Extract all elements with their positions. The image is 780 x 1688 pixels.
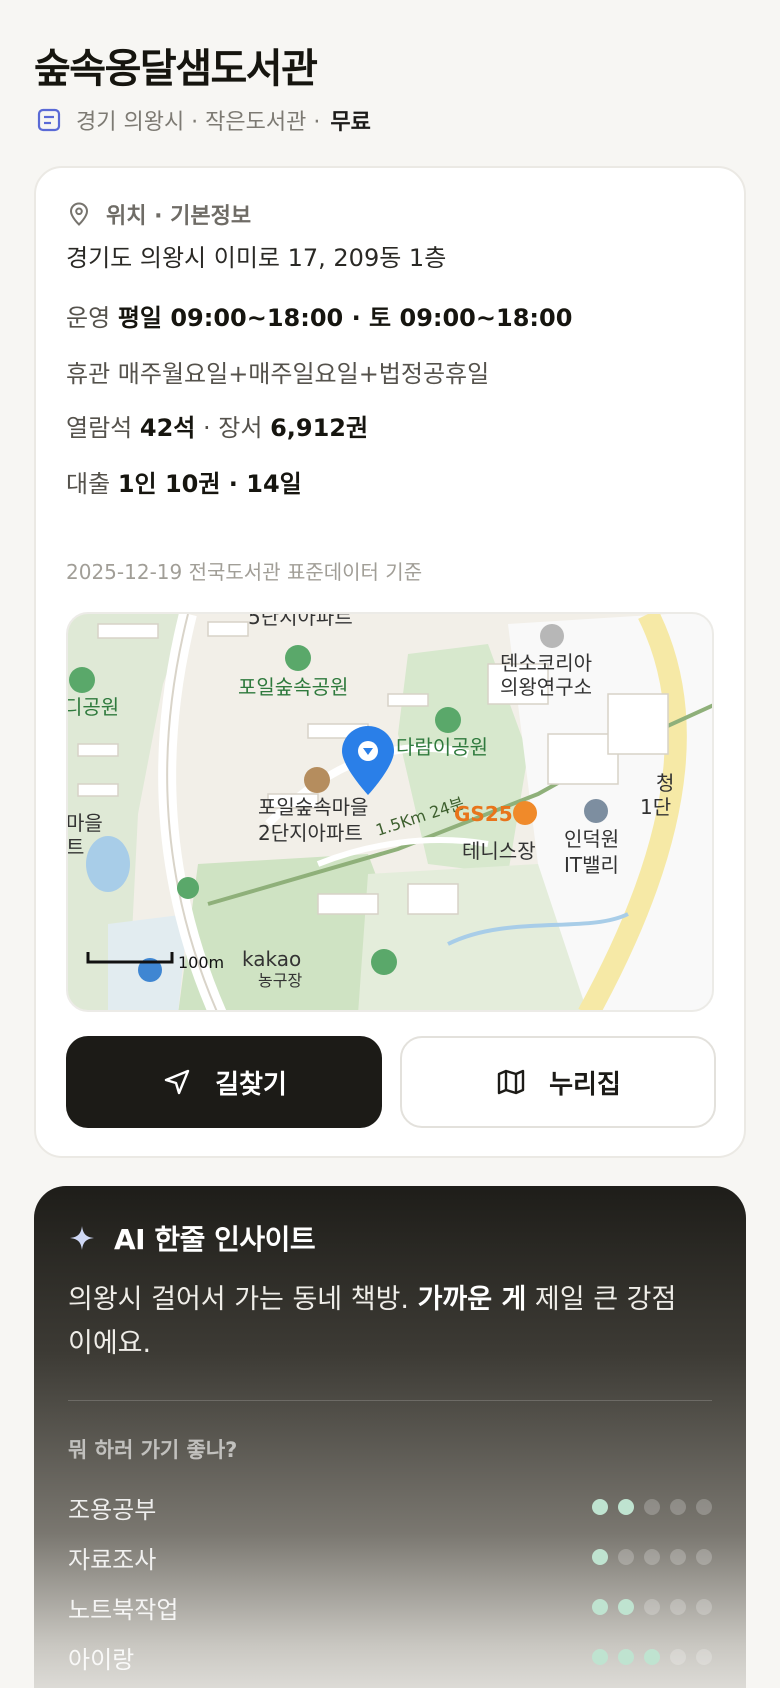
info-section-title: 위치 · 기본정보 [106, 204, 252, 229]
activity-list: 조용공부자료조사노트북작업아이랑 [68, 1482, 712, 1682]
map-label-indeok1: 인덕원 [564, 827, 619, 851]
hours-row: 운영 평일 09:00~18:00 · 토 09:00~18:00 [66, 298, 572, 333]
rating-dots [592, 1649, 712, 1665]
divider [68, 1400, 712, 1401]
info-section-header: 위치 · 기본정보 [66, 198, 251, 230]
list-item: 노트북작업 [68, 1582, 712, 1632]
rating-dot [644, 1599, 660, 1615]
map-label-right1: 청 [656, 771, 674, 795]
map-label-tennis: 테니스장 [462, 839, 536, 863]
ai-insight-title: AI 한줄 인사이트 [114, 1223, 316, 1256]
rating-dot [670, 1549, 686, 1565]
ai-text-highlight: 가까운 게 [417, 1284, 527, 1315]
map-label-park2: 다람이공원 [396, 735, 488, 759]
rating-dot [644, 1549, 660, 1565]
map-label-left1: 마을 [68, 811, 103, 835]
list-item: 아이랑 [68, 1632, 712, 1682]
map-label-lab: 덴소코리아 [500, 651, 592, 675]
map-label-apt5: 5단지아파트 [248, 614, 353, 629]
rating-dots [592, 1549, 712, 1565]
activity-name: 자료조사 [68, 1545, 157, 1574]
activity-name: 노트북작업 [68, 1595, 179, 1624]
list-item: 자료조사 [68, 1532, 712, 1582]
map-label-park-left: 디공원 [68, 695, 119, 719]
page: 숲속옹달샘도서관 경기 의왕시 · 작은도서관 · 무료 위치 · 기본정보 경… [0, 0, 780, 1688]
rating-dot [618, 1499, 634, 1515]
sparkle-icon [70, 1226, 94, 1250]
hours-label: 운영 [66, 304, 111, 332]
map-icon [497, 1069, 525, 1095]
rating-dots [592, 1599, 712, 1615]
map-canvas[interactable]: 5단지아파트 포일숲속공원 덴소코리아 의왕연구소 디공원 다람이공원 포일숲속… [68, 614, 714, 1012]
location-map[interactable]: 5단지아파트 포일숲속공원 덴소코리아 의왕연구소 디공원 다람이공원 포일숲속… [66, 612, 714, 1012]
rating-dot [696, 1549, 712, 1565]
books-value: 6,912권 [270, 414, 369, 442]
map-brand: kakao [242, 947, 301, 971]
library-region-type: 경기 의왕시 · 작은도서관 · [76, 110, 321, 135]
books-label: · 장서 [203, 414, 263, 442]
rating-dot [670, 1499, 686, 1515]
homepage-button[interactable]: 누리집 [400, 1036, 716, 1128]
library-meta: 경기 의왕시 · 작은도서관 · 무료 [36, 104, 371, 136]
seats-value: 42석 [139, 414, 196, 442]
map-label-indeok2: IT밸리 [564, 853, 619, 877]
info-card: 위치 · 기본정보 경기도 의왕시 이미로 17, 209동 1층 운영 평일 … [34, 166, 746, 1158]
map-label-gs25: GS25 [454, 802, 513, 826]
rating-dot [592, 1649, 608, 1665]
seats-label: 열람석 [66, 414, 133, 442]
location-pin-icon [69, 202, 89, 226]
navigation-arrow-icon [164, 1069, 190, 1095]
map-label-village1: 포일숲속마을 [258, 795, 368, 819]
homepage-label: 누리집 [549, 1069, 621, 1100]
page-title: 숲속옹달샘도서관 [34, 46, 318, 92]
rating-dot [696, 1599, 712, 1615]
rating-dot [618, 1599, 634, 1615]
directions-label: 길찾기 [215, 1069, 287, 1100]
activity-name: 아이랑 [68, 1645, 135, 1674]
closed-days: 휴관 매주월요일+매주일요일+법정공휴일 [66, 360, 490, 388]
rating-dot [592, 1549, 608, 1565]
rating-dot [670, 1649, 686, 1665]
map-label-village2: 2단지아파트 [258, 821, 363, 845]
map-label-left2: 트 [68, 835, 84, 859]
rating-dot [618, 1649, 634, 1665]
ai-question: 뭐 하러 가기 좋나? [68, 1438, 238, 1462]
map-scale-label: 100m [178, 953, 224, 972]
rating-dot [644, 1649, 660, 1665]
map-label-lab2: 의왕연구소 [500, 675, 592, 699]
rating-dots [592, 1499, 712, 1515]
hours-value: 평일 09:00~18:00 · 토 09:00~18:00 [117, 304, 573, 332]
map-label-bottom1: 농구장 [258, 971, 302, 990]
ai-insight-header: AI 한줄 인사이트 [68, 1218, 316, 1258]
ai-text-pre: 의왕시 걸어서 가는 동네 책방. [68, 1284, 418, 1315]
address-text: 경기도 의왕시 이미로 17, 209동 1층 [66, 244, 447, 272]
directions-button[interactable]: 길찾기 [66, 1036, 382, 1128]
activity-name: 조용공부 [68, 1495, 157, 1524]
rating-dot [644, 1499, 660, 1515]
loan-label: 대출 [66, 470, 111, 498]
ai-insight-text: 의왕시 걸어서 가는 동네 책방. 가까운 게 제일 큰 강점이에요. [68, 1278, 688, 1366]
data-source-note: 2025-12-19 전국도서관 표준데이터 기준 [66, 560, 423, 584]
map-label-right2: 1단 [640, 795, 671, 819]
ai-insight-card: AI 한줄 인사이트 의왕시 걸어서 가는 동네 책방. 가까운 게 제일 큰 … [34, 1186, 746, 1688]
rating-dot [592, 1499, 608, 1515]
capacity-row: 열람석 42석 · 장서 6,912권 [66, 408, 368, 443]
rating-dot [696, 1499, 712, 1515]
rating-dot [696, 1649, 712, 1665]
loan-row: 대출 1인 10권 · 14일 [66, 464, 302, 499]
fee-badge: 무료 [330, 110, 371, 135]
loan-value: 1인 10권 · 14일 [117, 470, 302, 498]
map-label-park1: 포일숲속공원 [238, 675, 348, 699]
list-item: 조용공부 [68, 1482, 712, 1532]
rating-dot [618, 1549, 634, 1565]
rating-dot [670, 1599, 686, 1615]
rating-dot [592, 1599, 608, 1615]
document-icon [37, 108, 61, 132]
